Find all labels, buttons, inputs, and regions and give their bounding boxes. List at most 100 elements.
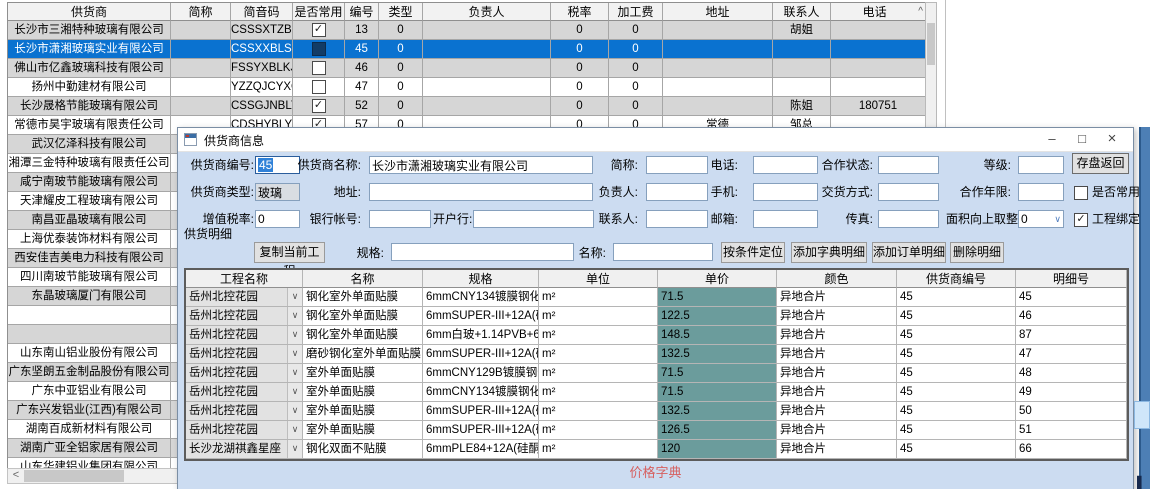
- supplier-no-cell[interactable]: 45: [897, 307, 1016, 326]
- unit-cell[interactable]: m²: [539, 307, 658, 326]
- project-binding-checkbox[interactable]: 工程绑定: [1074, 210, 1140, 228]
- checkbox-icon[interactable]: [312, 61, 326, 75]
- name-cell[interactable]: 钢化双面不贴膜: [303, 440, 423, 459]
- manager-cell[interactable]: [423, 40, 551, 59]
- detail-column-header[interactable]: 工程名称: [186, 270, 303, 288]
- checkbox-icon[interactable]: [1074, 186, 1088, 200]
- tax-cell[interactable]: 0: [551, 59, 609, 78]
- column-header[interactable]: 类型: [379, 3, 423, 21]
- locate-by-condition-button[interactable]: 按条件定位: [721, 242, 785, 263]
- project-cell[interactable]: ∨岳州北控花园: [186, 345, 303, 364]
- fee-cell[interactable]: 0: [609, 21, 663, 40]
- name-cell[interactable]: 室外单面贴膜: [303, 421, 423, 440]
- supplier-row[interactable]: 扬州中勤建材有限公司YZZQJCYXGS47000: [8, 78, 926, 97]
- code-cell[interactable]: YZZQJCYXGS: [231, 78, 293, 97]
- code-cell[interactable]: CSSGJNBLYXGS: [231, 97, 293, 116]
- supplier-cell[interactable]: 佛山市亿鑫玻璃科技有限公司: [8, 59, 171, 78]
- supplier-cell[interactable]: 四川南玻节能玻璃有限公司: [8, 268, 171, 287]
- checkbox-icon[interactable]: [312, 42, 326, 56]
- detail-no-cell[interactable]: 49: [1016, 383, 1127, 402]
- contact-cell[interactable]: [773, 40, 831, 59]
- supplier-cell[interactable]: 湖南广亚全铝家居有限公司: [8, 439, 171, 458]
- common-checkbox-cell[interactable]: [293, 59, 345, 78]
- chevron-down-icon[interactable]: ∨: [287, 440, 302, 458]
- unit-cell[interactable]: m²: [539, 440, 658, 459]
- project-cell[interactable]: ∨岳州北控花园: [186, 307, 303, 326]
- column-header[interactable]: 税率: [551, 3, 609, 21]
- column-header[interactable]: 地址: [663, 3, 773, 21]
- color-cell[interactable]: 异地合片: [777, 364, 897, 383]
- price-cell[interactable]: 120: [658, 440, 777, 459]
- fee-cell[interactable]: 0: [609, 40, 663, 59]
- fee-cell[interactable]: 0: [609, 59, 663, 78]
- manager-cell[interactable]: [423, 21, 551, 40]
- supplier-cell[interactable]: 广东中亚铝业有限公司: [8, 382, 171, 401]
- detail-no-cell[interactable]: 66: [1016, 440, 1127, 459]
- abbr-cell[interactable]: [171, 78, 231, 97]
- name-cell[interactable]: 室外单面贴膜: [303, 402, 423, 421]
- email-field[interactable]: [753, 210, 818, 228]
- price-cell[interactable]: 126.5: [658, 421, 777, 440]
- supplier-no-cell[interactable]: 45: [897, 402, 1016, 421]
- supplier-cell[interactable]: 长沙晟格节能玻璃有限公司: [8, 97, 171, 116]
- no-cell[interactable]: 52: [345, 97, 379, 116]
- supplier-cell[interactable]: 武汉亿泽科技有限公司: [8, 135, 171, 154]
- spec-cell[interactable]: 6mmSUPER-III+12A(硅...: [423, 402, 539, 421]
- detail-column-header[interactable]: 明细号: [1016, 270, 1127, 288]
- detail-row[interactable]: ∨岳州北控花园磨砂钢化室外单面贴膜6mmSUPER-III+12A(硅...m²…: [186, 345, 1127, 364]
- addr-cell[interactable]: [663, 97, 773, 116]
- unit-cell[interactable]: m²: [539, 364, 658, 383]
- project-cell[interactable]: ∨岳州北控花园: [186, 326, 303, 345]
- bank-account-field[interactable]: [369, 210, 431, 228]
- close-button[interactable]: ×: [1097, 131, 1127, 148]
- bank-field[interactable]: [473, 210, 594, 228]
- column-header[interactable]: 负责人: [423, 3, 551, 21]
- supplier-no-cell[interactable]: 45: [897, 421, 1016, 440]
- type-cell[interactable]: 0: [379, 59, 423, 78]
- fax-field[interactable]: [878, 210, 939, 228]
- column-header[interactable]: 编号: [345, 3, 379, 21]
- project-cell[interactable]: ∨岳州北控花园: [186, 288, 303, 307]
- detail-row[interactable]: ∨岳州北控花园钢化室外单面贴膜6mmSUPER-III+12A(硅...m²12…: [186, 307, 1127, 326]
- type-cell[interactable]: 0: [379, 21, 423, 40]
- tax-cell[interactable]: 0: [551, 97, 609, 116]
- chevron-down-icon[interactable]: ∨: [287, 421, 302, 439]
- spec-cell[interactable]: 6mmSUPER-III+12A(硅...: [423, 345, 539, 364]
- no-cell[interactable]: 45: [345, 40, 379, 59]
- chevron-down-icon[interactable]: ∨: [287, 402, 302, 420]
- addr-cell[interactable]: [663, 78, 773, 97]
- price-cell[interactable]: 132.5: [658, 345, 777, 364]
- phone-cell[interactable]: 180751: [831, 97, 926, 116]
- supplier-cell[interactable]: 常德市昊宇玻璃有限责任公司: [8, 116, 171, 135]
- coop-status-field[interactable]: [878, 156, 939, 174]
- column-header[interactable]: 简称: [171, 3, 231, 21]
- address-field[interactable]: [369, 183, 593, 201]
- type-cell[interactable]: 0: [379, 97, 423, 116]
- no-cell[interactable]: 13: [345, 21, 379, 40]
- manager-cell[interactable]: [423, 97, 551, 116]
- chevron-down-icon[interactable]: ∨: [287, 326, 302, 344]
- delete-detail-button[interactable]: 删除明细: [950, 242, 1004, 263]
- column-header[interactable]: 是否常用: [293, 3, 345, 21]
- price-cell[interactable]: 71.5: [658, 288, 777, 307]
- price-cell[interactable]: 132.5: [658, 402, 777, 421]
- abbr-cell[interactable]: [171, 97, 231, 116]
- name-cell[interactable]: 钢化室外单面贴膜: [303, 326, 423, 345]
- color-cell[interactable]: 异地合片: [777, 345, 897, 364]
- contact-cell[interactable]: 陈姐: [773, 97, 831, 116]
- contact-cell[interactable]: [773, 59, 831, 78]
- supplier-cell[interactable]: 天津耀皮工程玻璃有限公司: [8, 192, 171, 211]
- unit-cell[interactable]: m²: [539, 421, 658, 440]
- tax-cell[interactable]: 0: [551, 78, 609, 97]
- spec-cell[interactable]: 6mmPLE84+12A(硅酮胶...: [423, 440, 539, 459]
- spec-cell[interactable]: 6mmCNY134镀膜钢化: [423, 288, 539, 307]
- detail-row[interactable]: ∨岳州北控花园室外单面贴膜6mmCNY129B镀膜钢化m²71.5异地合片454…: [186, 364, 1127, 383]
- unit-cell[interactable]: m²: [539, 383, 658, 402]
- supplier-cell[interactable]: 山东南山铝业股份有限公司: [8, 344, 171, 363]
- chevron-down-icon[interactable]: ∨: [287, 288, 302, 306]
- supplier-cell[interactable]: 西安佳吉美电力科技有限公司: [8, 249, 171, 268]
- supplier-row[interactable]: 长沙晟格节能玻璃有限公司CSSGJNBLYXGS52000陈姐180751: [8, 97, 926, 116]
- detail-column-header[interactable]: 规格: [423, 270, 539, 288]
- tax-cell[interactable]: 0: [551, 40, 609, 59]
- minimize-button[interactable]: –: [1037, 131, 1067, 148]
